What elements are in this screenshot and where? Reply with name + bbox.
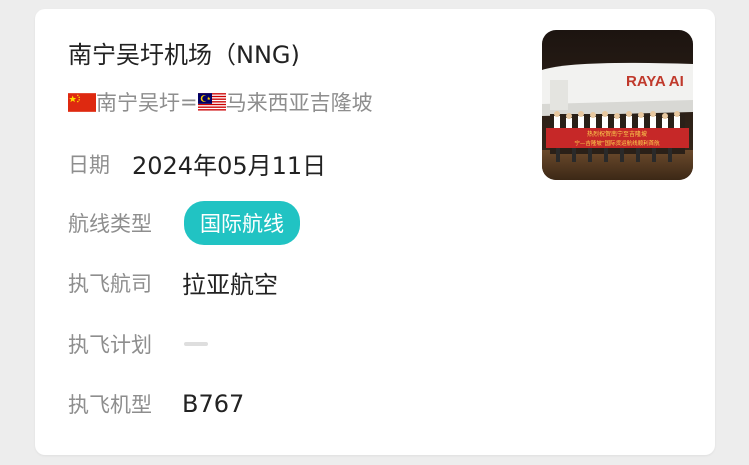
route-destination: 马来西亚吉隆坡 [225, 91, 373, 115]
inaugural-flight-photo: RAYA AI 热烈祝贺南宁至吉隆坡 宁—吉隆坡”国际货运航线顺利首航 [542, 30, 693, 180]
schedule-label: 执飞计划 [68, 333, 152, 357]
airline-value: 拉亚航空 [182, 271, 278, 299]
aircraft-row: 执飞机型 B767 [68, 389, 244, 419]
route-type-badge: 国际航线 [184, 201, 300, 245]
aircraft-value: B767 [182, 390, 245, 418]
airline-row: 执飞航司 拉亚航空 [68, 265, 278, 300]
route-type-label: 航线类型 [68, 212, 152, 236]
route-type-row: 航线类型 国际航线 [68, 201, 300, 245]
airport-title: 南宁吴圩机场（NNG) [68, 41, 300, 69]
banner-line-1: 热烈祝贺南宁至吉隆坡 [587, 130, 647, 138]
airline-label: 执飞航司 [68, 271, 152, 296]
date-row: 日期 2024年05月11日 [68, 146, 326, 181]
route-line: 南宁吴圩 = 马来西亚吉隆坡 [68, 87, 373, 117]
route-separator: = [180, 90, 198, 114]
date-value: 2024年05月11日 [132, 152, 327, 180]
schedule-empty-placeholder [184, 342, 208, 346]
flight-photo[interactable]: RAYA AI 热烈祝贺南宁至吉隆坡 宁—吉隆坡”国际货运航线顺利首航 [542, 30, 693, 180]
flight-info-card: 南宁吴圩机场（NNG) 南宁吴圩 = 马来西亚吉隆坡 日期 2024年05月11… [35, 9, 715, 455]
banner-line-2: 宁—吉隆坡”国际货运航线顺利首航 [574, 139, 660, 147]
date-label: 日期 [68, 152, 110, 177]
aircraft-label: 执飞机型 [68, 393, 152, 417]
malaysia-flag-icon [197, 92, 226, 112]
route-origin: 南宁吴圩 [96, 91, 180, 115]
schedule-row: 执飞计划 [68, 329, 208, 359]
china-flag-icon [68, 92, 96, 112]
plane-livery-text: RAYA AI [626, 73, 684, 90]
